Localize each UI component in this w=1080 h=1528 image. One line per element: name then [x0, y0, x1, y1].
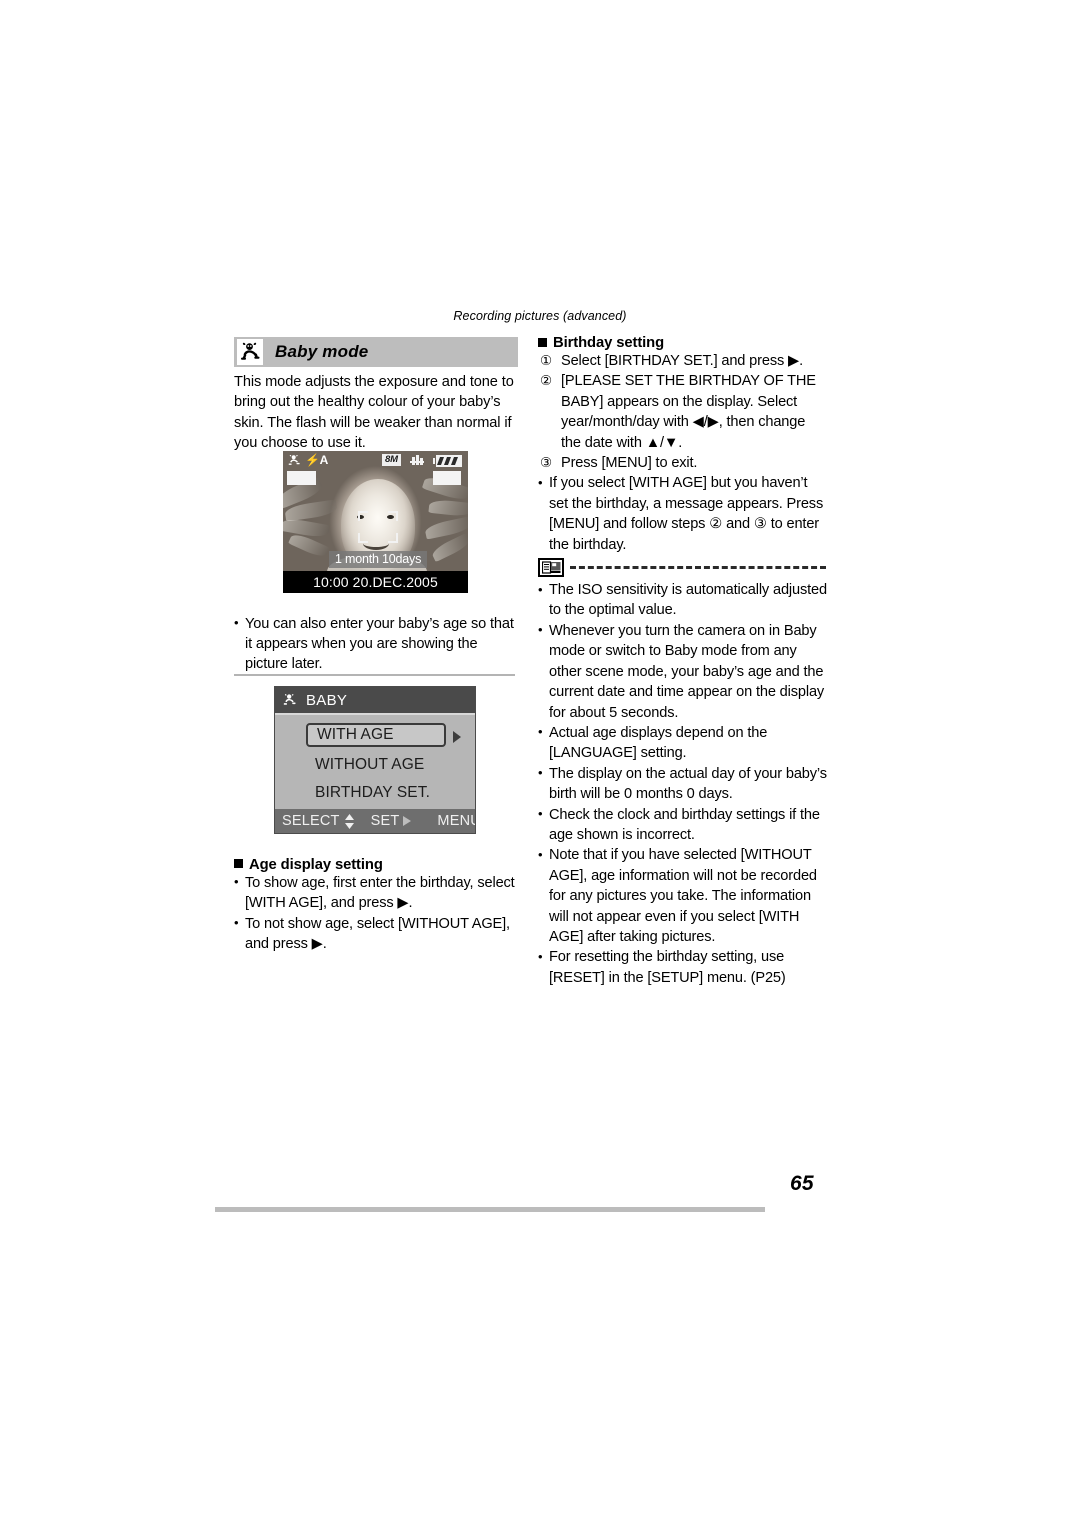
up-down-arrow-icon [344, 813, 355, 829]
list-item: ① Select [BIRTHDAY SET.] and press ▶. [538, 351, 828, 371]
list-item: Actual age displays depend on the [LANGU… [538, 722, 828, 764]
running-head: Recording pictures (advanced) [453, 309, 627, 323]
list-item: ② [PLEASE SET THE BIRTHDAY OF THE BABY] … [538, 371, 828, 453]
birthday-setting-bullets: If you select [WITH AGE] but you haven’t… [538, 473, 828, 555]
note-separator [538, 558, 828, 578]
resolution-badge: 8M [382, 454, 401, 466]
right-triangle-icon [453, 731, 461, 743]
af-bracket-icon [358, 533, 368, 543]
black-square-bullet-icon [538, 337, 547, 347]
menu-item-with-age[interactable]: WITH AGE [306, 723, 446, 747]
menu-item-birthday-set[interactable]: BIRTHDAY SET. [306, 781, 438, 805]
page-number: 65 [790, 1172, 814, 1195]
menu-footer-bar: SELECT SET MENU MENU [275, 809, 475, 833]
menu-item-label: WITH AGE [317, 726, 394, 743]
baby-icon [282, 693, 297, 707]
af-bracket-icon [388, 533, 398, 543]
menu-item-without-age[interactable]: WITHOUT AGE [306, 753, 438, 777]
menu-title-label: BABY [306, 691, 348, 709]
menu-item-label: BIRTHDAY SET. [315, 784, 430, 801]
dashed-rule [570, 566, 826, 570]
camera-menu-screenshot: BABY WITH AGE WITHOUT AGE BIRTHDAY SET. … [274, 686, 476, 834]
list-item: Whenever you turn the camera on in Baby … [538, 620, 828, 723]
section-divider [234, 674, 515, 676]
step-number: ③ [540, 455, 553, 471]
lcd-blank-box-right [433, 471, 461, 485]
mode-header: Baby mode [234, 337, 518, 367]
left-column: Baby mode This mode adjusts the exposure… [234, 337, 518, 954]
list-item: To not show age, select [WITHOUT AGE], a… [234, 913, 518, 955]
black-square-bullet-icon [234, 859, 243, 869]
step-text: [PLEASE SET THE BIRTHDAY OF THE BABY] ap… [561, 373, 816, 451]
lcd-blank-box-left [287, 471, 316, 485]
datetime-overlay: 10:00 20.DEC.2005 [283, 571, 468, 593]
manual-page: Recording pictures (advanced) Baby mode [0, 0, 1080, 1528]
right-column: Birthday setting ① Select [BIRTHDAY SET.… [538, 335, 828, 988]
step-text: Press [MENU] to exit. [561, 455, 698, 472]
birthday-setting-heading: Birthday setting [538, 335, 828, 351]
menu-options-list: WITH AGE WITHOUT AGE BIRTHDAY SET. [275, 713, 475, 811]
list-item: To show age, first enter the birthday, s… [234, 872, 518, 914]
list-item: You can also enter your baby’s age so th… [234, 613, 518, 675]
flash-mode-indicator: ⚡A [305, 453, 329, 467]
af-bracket-icon [358, 511, 368, 521]
list-item: Check the clock and birthday settings if… [538, 804, 828, 846]
baby-icon [287, 454, 301, 467]
step-number: ② [540, 373, 553, 389]
intro-paragraph: This mode adjusts the exposure and tone … [234, 374, 514, 452]
select-label: SELECT [282, 813, 340, 829]
age-display-setting-heading: Age display setting [234, 857, 518, 873]
af-bracket-icon [388, 511, 398, 521]
intro-paragraph-block: This mode adjusts the exposure and tone … [234, 372, 518, 454]
left-bullets-after-lcd: You can also enter your baby’s age so th… [234, 613, 518, 675]
heading-label: Birthday setting [553, 335, 665, 351]
baby-icon [237, 339, 263, 365]
list-item: Note that if you have selected [WITHOUT … [538, 845, 828, 947]
fine-quality-icon [410, 454, 424, 466]
age-overlay: 1 month 10days [329, 551, 428, 568]
list-item: For resetting the birthday setting, use … [538, 947, 828, 988]
set-label: SET [370, 813, 400, 829]
note-bullets: The ISO sensitivity is automatically adj… [538, 580, 828, 988]
footer-rule [215, 1207, 765, 1212]
step-number: ① [540, 353, 553, 368]
heading-label: Age display setting [249, 856, 383, 873]
menu-item-label: WITHOUT AGE [315, 756, 425, 773]
age-display-setting-bullets: To show age, first enter the birthday, s… [234, 872, 518, 955]
list-item: If you select [WITH AGE] but you haven’t… [538, 473, 828, 555]
menu-label: MENU [437, 813, 475, 829]
list-item: The ISO sensitivity is automatically adj… [538, 580, 828, 621]
note-book-icon [538, 558, 564, 578]
battery-full-icon [433, 454, 463, 467]
list-item: ③ Press [MENU] to exit. [538, 453, 828, 473]
step-text: Select [BIRTHDAY SET.] and press ▶. [561, 353, 804, 369]
lcd-preview-screenshot: ⚡A 8M 1 month 10days 10:00 20.DEC.2005 [283, 451, 468, 593]
menu-title-bar: BABY [275, 687, 475, 713]
right-triangle-icon [403, 816, 412, 826]
mode-title: Baby mode [275, 342, 369, 361]
list-item: The display on the actual day of your ba… [538, 763, 828, 805]
birthday-setting-steps: ① Select [BIRTHDAY SET.] and press ▶. ② … [538, 351, 828, 473]
